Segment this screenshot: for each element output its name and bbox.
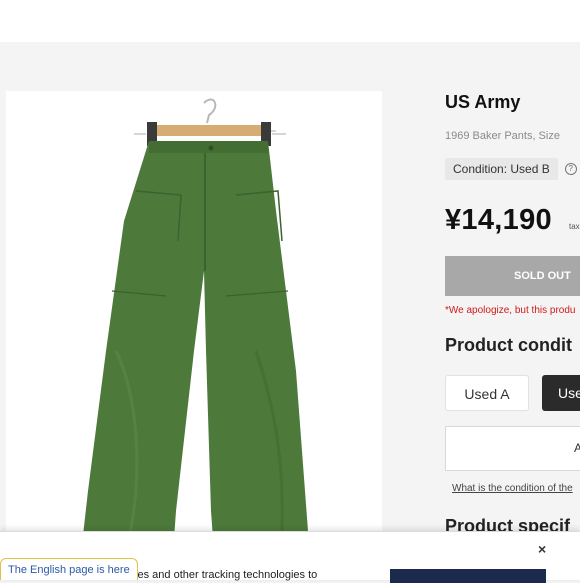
product-brand: US Army bbox=[445, 92, 521, 112]
tab-used-a[interactable]: Used A bbox=[445, 375, 529, 411]
tax-label: tax bbox=[569, 222, 580, 231]
condition-section-title: Product condit bbox=[445, 335, 572, 355]
product-image-panel[interactable] bbox=[6, 91, 382, 580]
condition-badge: Condition: Used B bbox=[445, 158, 558, 180]
sold-out-apology: *We apologize, but this produ bbox=[445, 305, 576, 316]
english-page-link[interactable]: The English page is here bbox=[0, 558, 138, 580]
product-photo bbox=[78, 98, 310, 580]
tab-used-b[interactable]: Use bbox=[542, 375, 580, 411]
condition-tabs: Used A Use bbox=[445, 375, 580, 411]
cookie-text: ties and other tracking technologies to bbox=[132, 569, 318, 581]
cookie-accept-button[interactable] bbox=[390, 569, 546, 583]
condition-description-box: A bbox=[445, 426, 580, 471]
help-icon[interactable]: ? bbox=[564, 163, 577, 175]
product-subtitle: 1969 Baker Pants, Size bbox=[445, 130, 560, 142]
product-info-panel: US Army 1969 Baker Pants, Size Condition… bbox=[445, 0, 580, 580]
product-price: ¥14,190 bbox=[445, 204, 552, 236]
sold-out-button[interactable]: SOLD OUT bbox=[445, 256, 580, 296]
condition-help-link[interactable]: What is the condition of the bbox=[452, 483, 573, 494]
close-icon[interactable]: × bbox=[538, 541, 546, 557]
condition-row: Condition: Used B? bbox=[445, 158, 577, 180]
